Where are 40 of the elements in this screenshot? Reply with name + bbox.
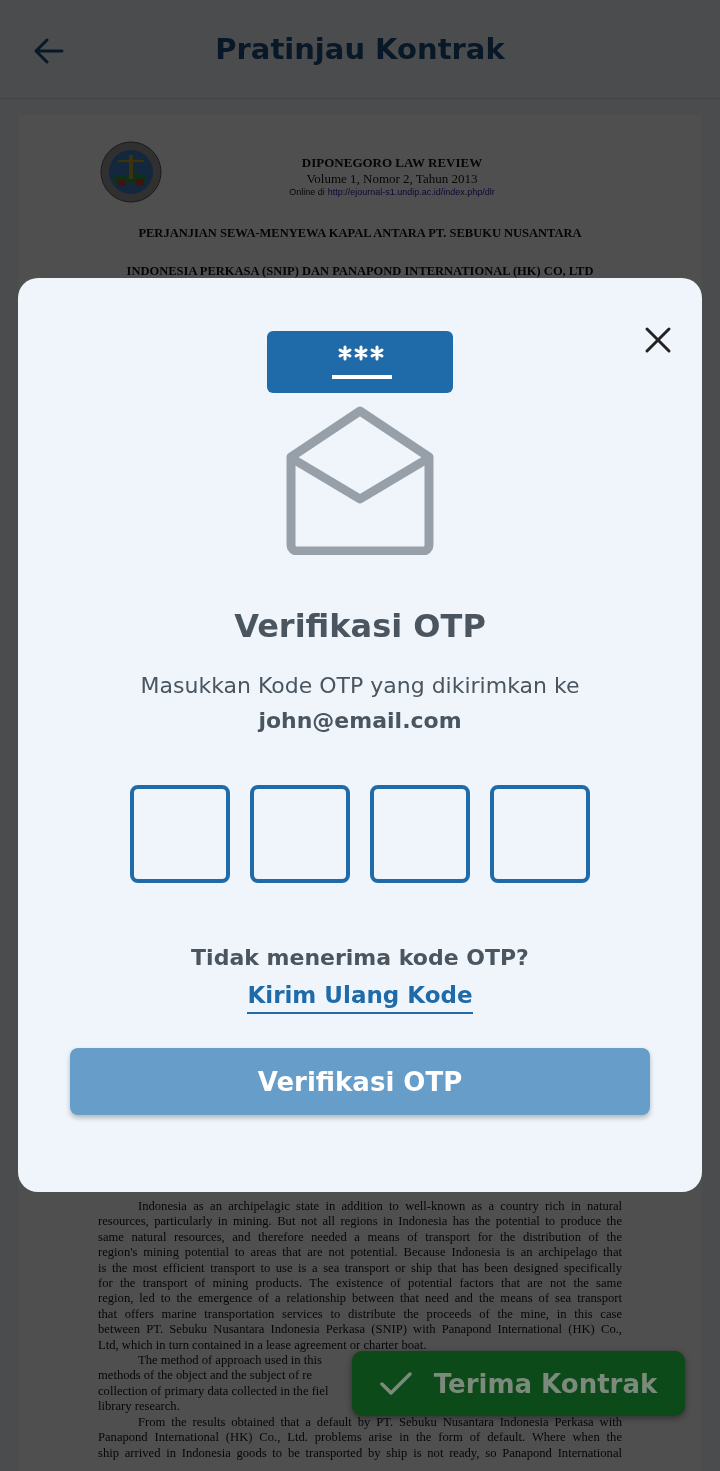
document-text-line: The method of approach used in this — [137, 1353, 322, 1369]
envelope-icon — [285, 405, 435, 555]
document-text-line: methods of the object and the subject of re — [98, 1368, 313, 1384]
email-address: john@email.com — [258, 708, 462, 733]
document-text-line: Indonesia as an archipelagic state in addition to well-known as a country rich in natural — [137, 1199, 622, 1215]
document-text-line: is the most efficient transport to use is a sea transport or ship that has been designed specifically — [98, 1260, 622, 1277]
resend-prompt: Tidak menerima kode OTP? — [191, 945, 529, 970]
emblem-logo — [100, 141, 162, 203]
document-text-line: resources, particularly in mining. But not all regions in Indonesia has the potential to produce the — [98, 1214, 622, 1230]
document-text-line: between PT. Sebuku Nusantara Indonesia Perkasa (SNIP) with Panapond International (HK) Co., — [98, 1322, 622, 1338]
password-icon — [267, 331, 453, 393]
otp-digit-field[interactable] — [490, 785, 590, 883]
otp-digit-field[interactable] — [130, 785, 230, 883]
document-text-line: for the transport of mining products. The existence of potential factors that are not the same — [98, 1276, 622, 1292]
accept-contract-button[interactable]: Terima Kontrak — [352, 1351, 685, 1416]
journal-title: DIPONEGORO LAW REVIEW — [301, 155, 483, 171]
document-text-line: same natural resources, and therefore needed a means of transport for the distribution of the — [98, 1229, 622, 1246]
document-text-line: library research. — [98, 1399, 180, 1415]
back-arrow-icon — [34, 38, 64, 64]
journal-volume: Volume 1, Nomor 2, Tahun 2013 — [306, 171, 478, 187]
document-heading: PERJANJIAN SEWA-MENYEWA KAPAL ANTARA PT. SEBUKU NUSANTARA — [137, 226, 583, 241]
page-title: Pratinjau Kontrak — [215, 32, 505, 66]
document-text-line: From the results obtained that a default by PT. Sebuku Nusantara Indonesia Perkasa with — [137, 1414, 622, 1431]
document-text-line: collection of primary data collected in the fiel — [98, 1383, 329, 1400]
otp-digit-field[interactable] — [370, 785, 470, 883]
dialog-title: Verifikasi OTP — [234, 607, 486, 645]
document-text-line: ship arrived in Indonesia goods to be transported by ship is not ready, so Panapond International — [98, 1445, 622, 1461]
document-heading: INDONESIA PERKASA (SNIP) DAN PANAPOND INTERNATIONAL (HK) CO, LTD — [125, 264, 595, 279]
journal-link[interactable]: http://ejournal-s1.undip.ac.id/index.php/dlr — [327, 187, 495, 197]
document-text-line: Panapond International (HK) Co., Ltd. problems arise in the form of default. Where when the — [98, 1430, 622, 1446]
otp-digit-field[interactable] — [250, 785, 350, 883]
document-text-line: that offers marine transportation services to distribute the proceeds of the mine, in this case — [98, 1306, 622, 1323]
document-text-line: region, led to the emergence of a relationship between that need and the means of sea transport — [98, 1291, 622, 1307]
dialog-message: Masukkan Kode OTP yang dikirimkan ke — [140, 673, 580, 698]
verify-otp-button[interactable]: Verifikasi OTP — [70, 1048, 650, 1115]
online-label: Online di — [289, 187, 325, 197]
document-text-line: Ltd, which in turn contained in a lease agreement or charter boat. — [98, 1337, 427, 1354]
check-icon — [379, 1371, 412, 1396]
resend-code-link[interactable]: Kirim Ulang Kode — [247, 982, 473, 1014]
document-text-line: region's mining potential to areas that are not potential. Because Indonesia is an archipelago that — [98, 1245, 622, 1261]
